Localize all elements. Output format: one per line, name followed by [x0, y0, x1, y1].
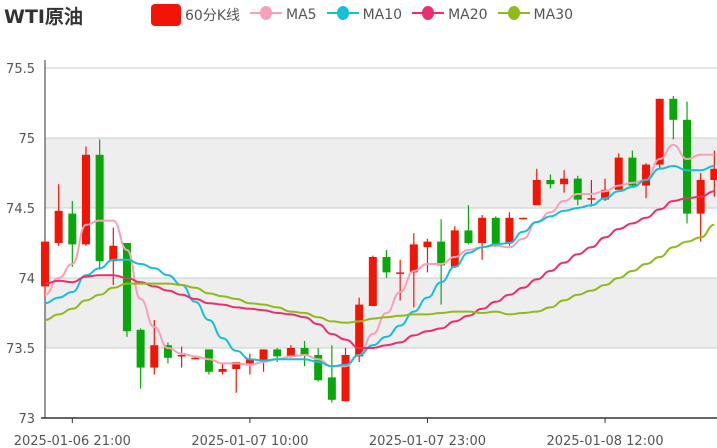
candle-body [560, 178, 569, 185]
grid-band [45, 278, 717, 348]
candle-body [655, 98, 664, 165]
candle-body [464, 230, 473, 243]
candle-body [68, 213, 77, 245]
x-tick-label: 2025-01-06 21:00 [14, 434, 131, 448]
candle-body [300, 348, 309, 355]
candle-body [259, 349, 268, 361]
candle-body [450, 230, 459, 267]
y-tick-label: 74.5 [6, 202, 35, 217]
candle-body [41, 241, 49, 287]
y-tick-label: 75 [18, 132, 35, 147]
candle-body [546, 180, 555, 185]
candle-body [204, 349, 213, 372]
candle [81, 146, 90, 246]
candle-body [95, 154, 104, 262]
y-tick-label: 73 [18, 412, 35, 427]
candle [218, 363, 227, 375]
x-tick-label: 2025-01-07 10:00 [191, 434, 308, 448]
candle-body [150, 345, 159, 368]
candle [68, 201, 77, 267]
candle [519, 217, 528, 220]
candle-body [519, 217, 528, 220]
candle-body [273, 349, 282, 357]
candle-body [286, 348, 295, 357]
candle-body [478, 217, 487, 243]
candle [204, 349, 213, 375]
candle-body [423, 241, 432, 248]
candle-body [177, 355, 186, 357]
candle-body [505, 217, 514, 243]
candle [177, 346, 186, 368]
candle-body [191, 357, 200, 360]
candle [341, 348, 350, 402]
candle [232, 362, 241, 393]
candle [464, 205, 473, 245]
candle [505, 212, 514, 246]
candle-body [327, 377, 336, 400]
candle [95, 139, 104, 270]
candle-body [396, 272, 405, 274]
candle-body [136, 329, 145, 368]
candle-body [710, 168, 717, 180]
candle [314, 348, 323, 382]
candle [696, 173, 705, 242]
candle-body [81, 154, 90, 245]
candle [614, 153, 623, 190]
candle-body [532, 180, 541, 206]
candle [327, 345, 336, 403]
candle-body [573, 178, 582, 200]
candle-body [437, 241, 446, 266]
candle-body [382, 257, 391, 273]
y-tick-label: 74 [18, 272, 35, 287]
x-tick-label: 2025-01-08 12:00 [546, 434, 663, 448]
y-tick-label: 75.5 [6, 62, 35, 77]
candle-body [409, 244, 418, 273]
candle-body [587, 198, 596, 200]
candle-body [491, 217, 500, 245]
candle [136, 328, 145, 389]
candle [478, 215, 487, 260]
candle-body [628, 157, 637, 186]
candlestick-chart: 75.5 75 74.5 74 73.5 73 2025-01-06 21:00 2025-0… [6, 60, 717, 448]
x-tick-label: 2025-01-07 23:00 [369, 434, 486, 448]
candle-body [368, 257, 377, 306]
candle-body [54, 210, 63, 243]
y-tick-label: 73.5 [6, 342, 35, 357]
candle [382, 250, 391, 278]
candle-body [642, 164, 651, 186]
candle-body [669, 98, 678, 120]
candle [423, 238, 432, 273]
candle-body [683, 119, 692, 214]
candle [450, 226, 459, 269]
candle [683, 101, 692, 224]
candle [491, 216, 500, 248]
candle-body [341, 355, 350, 402]
candle [368, 255, 377, 306]
candle-body [218, 369, 227, 372]
candle [669, 96, 678, 140]
